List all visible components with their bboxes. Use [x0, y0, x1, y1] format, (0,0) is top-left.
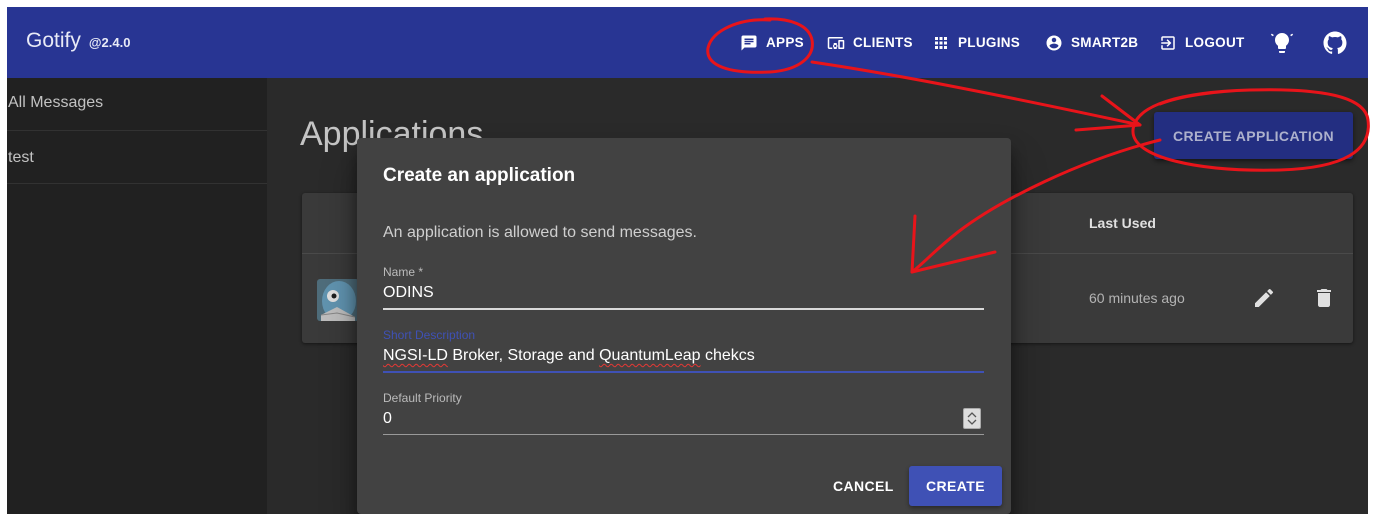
- top-app-bar: Gotify @2.4.0 APPS CLIENTS PLUGINS SMART…: [7, 7, 1368, 78]
- nav-user[interactable]: SMART2B: [1045, 7, 1138, 78]
- nav-apps[interactable]: APPS: [740, 7, 804, 78]
- spellcheck-word: NGSI-LD: [383, 347, 448, 364]
- app-version: @2.4.0: [88, 35, 131, 50]
- create-button[interactable]: CREATE: [909, 466, 1002, 506]
- github-link[interactable]: [1323, 7, 1347, 78]
- app-name: Gotify: [26, 29, 81, 52]
- nav-clients[interactable]: CLIENTS: [827, 7, 913, 78]
- nav-plugins-label: PLUGINS: [958, 35, 1021, 50]
- spinner-arrows-icon: [967, 412, 977, 425]
- desc-text-part: Broker, Storage and: [447, 347, 600, 364]
- chat-icon: [741, 35, 757, 50]
- nav-apps-label: APPS: [766, 35, 804, 50]
- name-label: Name *: [383, 265, 424, 279]
- github-icon: [1323, 31, 1347, 54]
- lightbulb-icon: [1270, 30, 1294, 53]
- cancel-button[interactable]: CANCEL: [823, 468, 904, 504]
- spellcheck-word: QuantumLeap: [599, 347, 701, 364]
- short-description-underline: [383, 371, 984, 373]
- devices-icon: [827, 36, 845, 49]
- short-description-input[interactable]: NGSI-LD Broker, Storage and QuantumLeap …: [383, 347, 984, 369]
- nav-plugins[interactable]: PLUGINS: [932, 7, 1020, 78]
- dialog-title: Create an application: [383, 165, 576, 186]
- nav-logout-label: LOGOUT: [1185, 35, 1245, 50]
- short-description-label: Short Description: [383, 328, 476, 342]
- nav-clients-label: CLIENTS: [853, 35, 913, 50]
- desc-text-part: chekcs: [700, 347, 755, 364]
- name-field[interactable]: Name * ODINS: [383, 265, 984, 310]
- default-priority-underline: [383, 434, 984, 435]
- name-underline: [383, 308, 984, 310]
- name-input[interactable]: ODINS: [383, 284, 984, 306]
- theme-toggle-button[interactable]: [1270, 7, 1294, 78]
- nav-logout[interactable]: LOGOUT: [1159, 7, 1245, 78]
- default-priority-input[interactable]: 0: [383, 410, 984, 432]
- grid-icon: [935, 36, 947, 49]
- short-description-field[interactable]: Short Description NGSI-LD Broker, Storag…: [383, 328, 984, 373]
- logout-icon: [1161, 35, 1175, 50]
- dialog-description: An application is allowed to send messag…: [383, 224, 697, 241]
- create-application-dialog: Create an application An application is …: [357, 138, 1011, 514]
- brand[interactable]: Gotify @2.4.0: [26, 29, 130, 53]
- number-spinner[interactable]: [963, 408, 981, 429]
- default-priority-label: Default Priority: [383, 391, 462, 405]
- account-circle-icon: [1046, 35, 1062, 50]
- nav-user-label: SMART2B: [1071, 35, 1139, 50]
- default-priority-field[interactable]: Default Priority 0: [383, 391, 984, 435]
